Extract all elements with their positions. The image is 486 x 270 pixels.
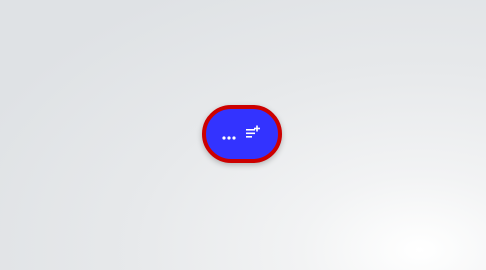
more-options-button[interactable] [218,127,240,149]
add-note-button[interactable] [243,121,265,143]
more-horizontal-icon [222,136,236,140]
playlist-add-icon [246,125,262,139]
canvas [0,0,486,270]
floating-toolbar [202,105,282,163]
